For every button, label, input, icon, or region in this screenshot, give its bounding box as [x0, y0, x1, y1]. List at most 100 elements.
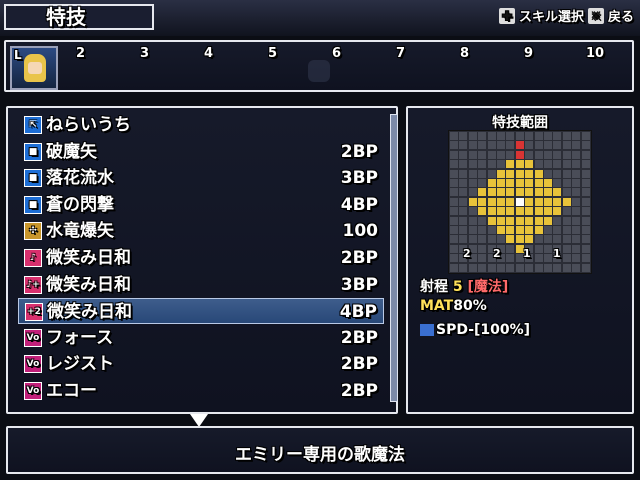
range-cell [562, 169, 571, 178]
skill-name: 蒼の閃撃 [46, 194, 114, 215]
range-cell [562, 244, 571, 253]
range-cell [450, 179, 458, 187]
range-cell [506, 188, 515, 197]
skill-cost: 2BP [340, 141, 378, 162]
range-cell [572, 169, 581, 178]
skill-row[interactable]: ✣ 水竜爆矢 100 [18, 218, 384, 244]
range-cell [450, 160, 458, 169]
range-cell [562, 150, 571, 159]
range-cell [497, 263, 505, 272]
range-cell [534, 188, 543, 197]
range-cell [553, 235, 562, 244]
range-cell [506, 244, 515, 253]
help-back[interactable]: 戻る [608, 6, 634, 25]
range-cell [468, 141, 477, 150]
range-cell [553, 160, 562, 169]
slot-number-9[interactable]: 9 [524, 46, 533, 61]
range-cell [525, 160, 534, 169]
range-cell [487, 179, 496, 187]
range-cell [515, 216, 524, 225]
slot-number-6[interactable]: 6 [332, 46, 341, 61]
range-cell [515, 226, 524, 234]
range-cell [459, 169, 468, 178]
range-cell [450, 197, 458, 206]
range-cell [525, 169, 534, 178]
character-portrait[interactable]: L [10, 46, 58, 90]
range-cell [450, 141, 458, 150]
range-cell [468, 235, 477, 244]
skill-cost: 4BP [339, 302, 377, 323]
range-cell [468, 216, 477, 225]
range-cell [544, 141, 552, 150]
skill-row[interactable]: ■ 破魔矢 2BP [18, 139, 384, 165]
range-cell [534, 197, 543, 206]
slot-number-7[interactable]: 7 [396, 46, 405, 61]
range-cell [534, 132, 543, 140]
range-cell [450, 132, 458, 140]
slot-number-8[interactable]: 8 [460, 46, 469, 61]
height-marker: 2 [463, 247, 471, 260]
skill-name: エコー [46, 381, 97, 401]
range-cell [478, 235, 487, 244]
music-note-plus2-icon: +2 [25, 303, 43, 322]
slot-number-4[interactable]: 4 [204, 46, 213, 61]
range-cell [544, 197, 552, 206]
skill-cost: 2BP [340, 327, 378, 348]
range-cell [544, 207, 552, 216]
range-cell [506, 207, 515, 216]
range-cell [534, 216, 543, 225]
slot-number-10[interactable]: 10 [586, 46, 604, 61]
skill-row[interactable]: ♪ 微笑み日和 2BP [18, 245, 384, 271]
control-help: ✚ スキル選択 ✕ 戻る [498, 6, 634, 25]
skill-row[interactable]: ■ 落花流水 3BP [18, 165, 384, 191]
dpad-icon: ✚ [498, 7, 515, 24]
range-cell [478, 160, 487, 169]
slot-number-2[interactable]: 2 [76, 46, 85, 61]
range-cell [468, 150, 477, 159]
range-cell [572, 235, 581, 244]
range-cell [544, 150, 552, 159]
range-cell [572, 207, 581, 216]
mat-label: MAT [420, 298, 454, 314]
range-cell [459, 226, 468, 234]
range-cell [468, 197, 477, 206]
range-cell [506, 169, 515, 178]
range-cell [459, 179, 468, 187]
range-cell [562, 197, 571, 206]
range-cell [515, 150, 524, 159]
range-cell [478, 207, 487, 216]
range-cell [572, 132, 581, 140]
scrollbar[interactable] [390, 114, 398, 402]
range-cell [468, 226, 477, 234]
skill-row[interactable]: Vo エコー 2BP [18, 378, 384, 404]
range-cell [525, 132, 534, 140]
range-cell [534, 235, 543, 244]
skill-row[interactable]: ♪+ 微笑み日和 3BP [18, 272, 384, 298]
skill-row[interactable]: Vo レジスト 2BP [18, 351, 384, 377]
range-cell [562, 235, 571, 244]
range-cell [581, 169, 590, 178]
range-cell [581, 179, 590, 187]
slot-number-5[interactable]: 5 [268, 46, 277, 61]
skill-cost: 2BP [340, 248, 378, 268]
skill-row[interactable]: ■ 蒼の閃撃 4BP [18, 192, 384, 218]
description-panel: エミリー専用の歌魔法 [6, 426, 634, 474]
range-cell [487, 216, 496, 225]
range-cell [572, 141, 581, 150]
range-cell [506, 150, 515, 159]
range-cell [572, 150, 581, 159]
range-cell [506, 235, 515, 244]
skill-row[interactable]: ⇱ ねらいうち [18, 112, 384, 138]
range-cell [468, 179, 477, 187]
range-cell [459, 235, 468, 244]
range-cell [581, 263, 590, 272]
range-cell [497, 160, 505, 169]
skill-row[interactable]: +2 微笑み日和 4BP [18, 298, 384, 325]
skill-name: フォース [46, 327, 114, 348]
slot-number-3[interactable]: 3 [140, 46, 149, 61]
skill-row[interactable]: Vo フォース 2BP [18, 325, 384, 351]
range-line: 射程 5 [魔法] [420, 276, 508, 296]
range-cell [515, 169, 524, 178]
range-cell [459, 188, 468, 197]
range-cell [506, 141, 515, 150]
